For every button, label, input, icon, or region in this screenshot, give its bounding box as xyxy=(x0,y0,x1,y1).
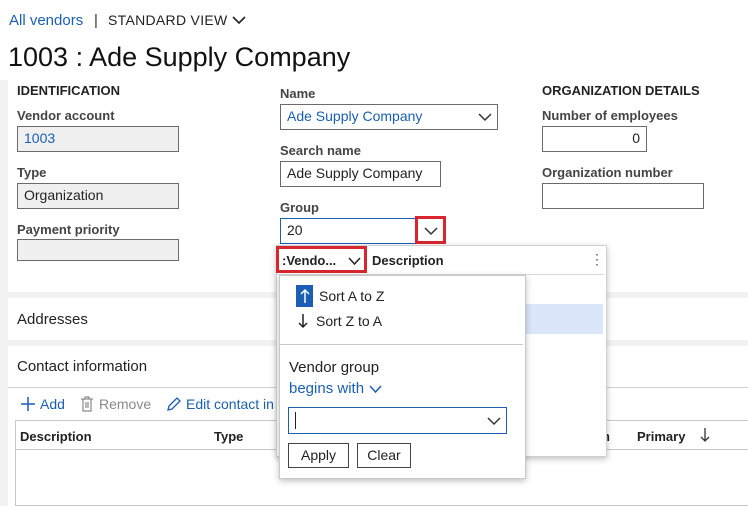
add-label: Add xyxy=(40,396,65,412)
contact-heading[interactable]: Contact information xyxy=(17,358,147,375)
remove-label: Remove xyxy=(99,396,152,412)
page-title: 1003 : Ade Supply Company xyxy=(8,42,351,72)
vendor-account-field[interactable]: 1003 xyxy=(17,126,179,152)
column-primary[interactable]: Primary xyxy=(637,429,685,444)
sort-a-to-z-label: Sort A to Z xyxy=(319,288,385,304)
clear-button[interactable]: Clear xyxy=(357,443,411,468)
payment-priority-field[interactable] xyxy=(17,239,179,261)
sort-z-to-a-label: Sort Z to A xyxy=(316,313,383,329)
sort-descending-icon xyxy=(298,313,310,329)
addresses-heading: Addresses xyxy=(17,311,88,328)
filter-operator-label: begins with xyxy=(289,380,365,397)
search-name-field[interactable]: Ade Supply Company xyxy=(280,161,441,187)
more-options-icon[interactable]: ⋮ xyxy=(590,251,604,268)
chevron-down-icon[interactable] xyxy=(478,113,492,122)
sort-z-to-a-option[interactable]: Sort Z to A xyxy=(298,313,382,329)
filter-operator-selector[interactable]: begins with xyxy=(289,380,382,397)
remove-button[interactable]: Remove xyxy=(80,396,151,412)
group-value: 20 xyxy=(287,222,303,238)
type-value: Organization xyxy=(24,187,104,203)
employees-field[interactable]: 0 xyxy=(542,126,647,152)
lookup-selected-row[interactable] xyxy=(523,304,603,334)
filter-value-input[interactable] xyxy=(288,407,507,434)
name-value[interactable]: Ade Supply Company xyxy=(287,108,422,124)
sort-ascending-icon xyxy=(296,285,313,307)
search-name-value: Ade Supply Company xyxy=(287,165,423,181)
column-type[interactable]: Type xyxy=(214,429,243,444)
view-name: STANDARD VIEW xyxy=(108,12,228,28)
type-label: Type xyxy=(17,165,47,180)
vendor-account-value[interactable]: 1003 xyxy=(24,130,55,146)
lookup-column-vendor-group[interactable]: :Vendo... xyxy=(276,246,367,273)
text-cursor xyxy=(295,412,296,429)
payment-priority-label: Payment priority xyxy=(17,222,120,237)
filter-field-label: Vendor group xyxy=(289,359,380,376)
group-dropdown-button[interactable] xyxy=(415,216,446,244)
chevron-down-icon xyxy=(369,384,382,393)
employees-value: 0 xyxy=(632,130,640,146)
name-field[interactable]: Ade Supply Company xyxy=(280,104,498,130)
sort-a-to-z-option[interactable]: Sort A to Z xyxy=(296,285,384,307)
lookup-column1-label: :Vendo... xyxy=(282,253,337,268)
pencil-icon xyxy=(166,396,182,412)
chevron-down-icon xyxy=(231,15,246,25)
identification-heading: IDENTIFICATION xyxy=(17,83,121,98)
column-description[interactable]: Description xyxy=(20,429,92,444)
org-number-field[interactable] xyxy=(542,183,704,209)
lookup-column-description[interactable]: Description xyxy=(372,253,444,268)
dropdown-divider xyxy=(280,344,523,345)
employees-label: Number of employees xyxy=(542,108,678,123)
name-label: Name xyxy=(280,86,316,101)
trash-icon xyxy=(80,396,94,412)
vendor-account-label: Vendor account xyxy=(17,108,115,123)
edit-contact-button[interactable]: Edit contact in xyxy=(166,396,274,412)
search-name-label: Search name xyxy=(280,143,361,158)
view-selector[interactable]: STANDARD VIEW xyxy=(108,12,246,28)
breadcrumb-all-vendors[interactable]: All vendors xyxy=(9,12,83,29)
apply-button[interactable]: Apply xyxy=(288,443,349,468)
sort-arrow-down-icon[interactable] xyxy=(700,427,710,443)
group-label: Group xyxy=(280,200,319,215)
plus-icon xyxy=(20,396,36,412)
edit-contact-label: Edit contact in xyxy=(186,396,274,412)
chevron-down-icon[interactable] xyxy=(487,417,501,426)
breadcrumb-separator: | xyxy=(94,12,98,29)
chevron-down-icon xyxy=(424,227,438,236)
add-button[interactable]: Add xyxy=(20,396,65,412)
org-number-label: Organization number xyxy=(542,165,673,180)
organization-heading: ORGANIZATION DETAILS xyxy=(542,83,700,98)
type-field[interactable]: Organization xyxy=(17,183,179,209)
chevron-down-icon xyxy=(348,257,361,265)
